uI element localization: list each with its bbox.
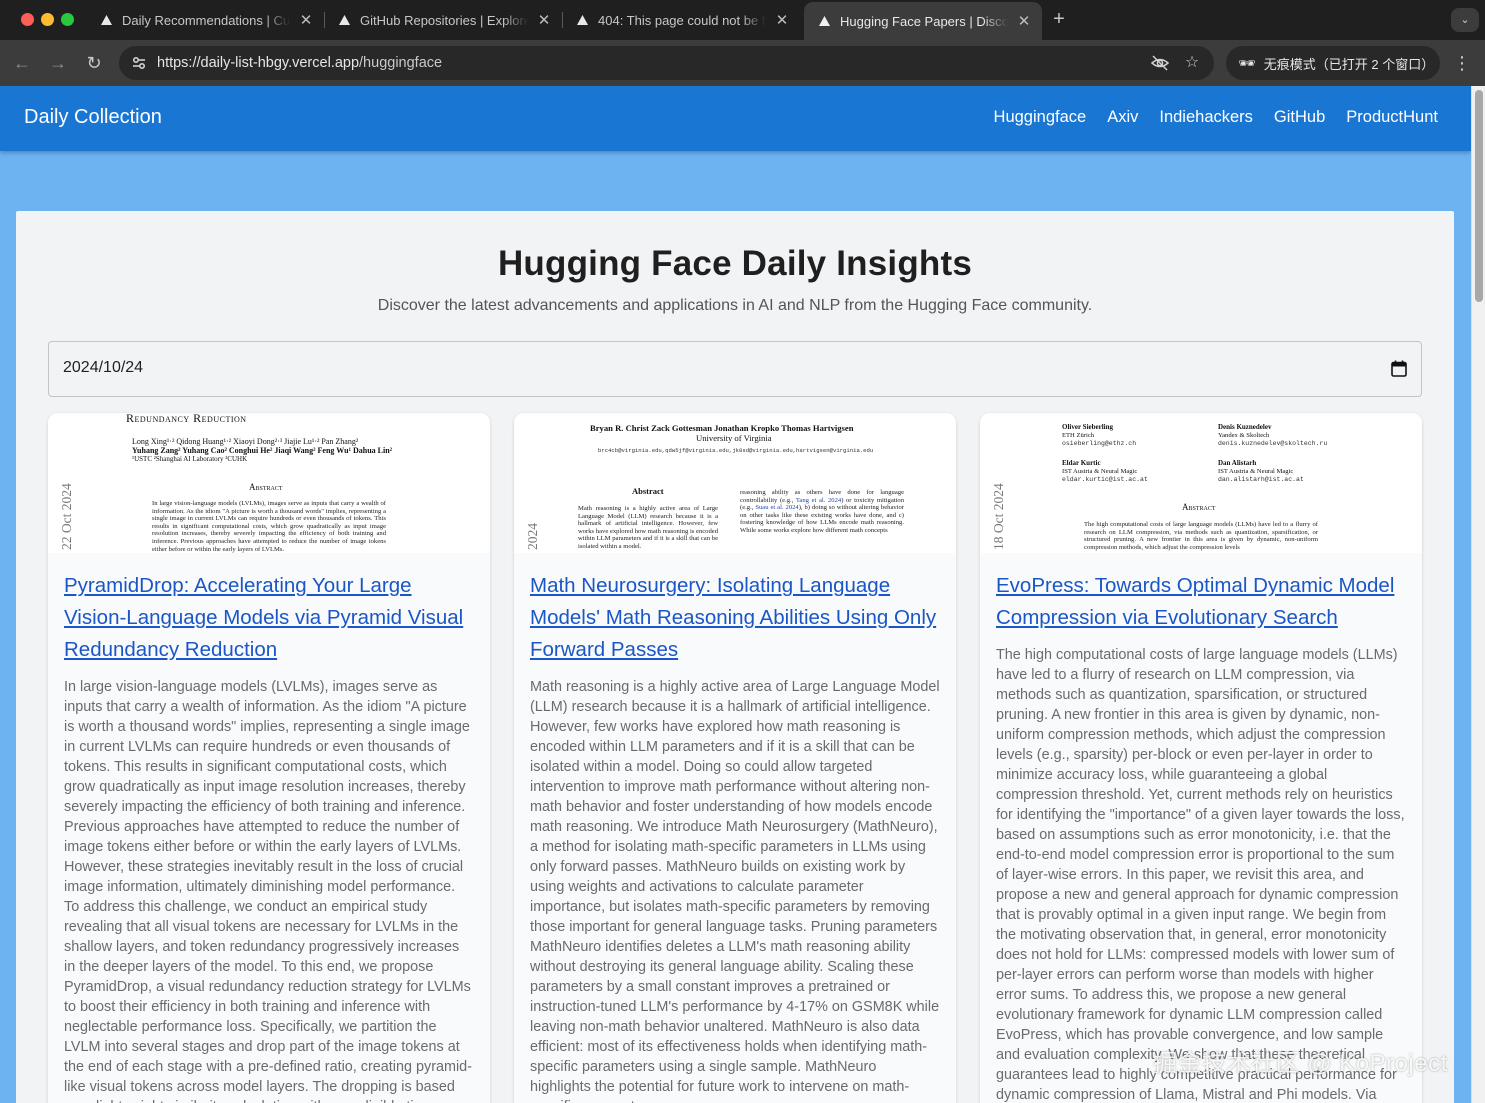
paper-title-link[interactable]: EvoPress: Towards Optimal Dynamic Model … — [996, 570, 1406, 634]
thumb-author-email: eldar.kurtic@ist.ac.at — [1062, 476, 1148, 483]
reload-icon[interactable]: ↻ — [82, 51, 106, 75]
browser-tab-strip: Daily Recommendations | Cur ✕ GitHub Rep… — [0, 0, 1485, 40]
nav-link-huggingface[interactable]: Huggingface — [994, 108, 1087, 127]
tab-title: 404: This page could not be f — [598, 12, 766, 28]
browser-tab-2[interactable]: GitHub Repositories | Explore ✕ — [324, 4, 562, 36]
page-viewport: Daily Collection Huggingface Axiv Indieh… — [0, 86, 1485, 1103]
page-subtitle: Discover the latest advancements and app… — [377, 297, 1093, 314]
forward-arrow-icon[interactable]: → — [46, 51, 70, 75]
content-container: Hugging Face Daily Insights Discover the… — [16, 211, 1454, 1103]
thumb-abstract-heading: Abstract — [249, 482, 283, 492]
site-settings-icon[interactable] — [129, 53, 149, 73]
top-nav: Huggingface Axiv Indiehackers GitHub Pro… — [994, 108, 1438, 127]
thumb-affiliations: ¹USTC ²Shanghai AI Laboratory ³CUHK — [132, 455, 248, 463]
thumb-abstract-heading: Abstract — [632, 486, 664, 496]
thumb-author-email: denis.kuznedelev@skoltech.ru — [1218, 440, 1328, 447]
thumb-abstract: In large vision-language models (LVLMs),… — [152, 500, 386, 553]
address-bar[interactable]: https://daily-list-hbgy.vercel.app/huggi… — [119, 46, 1214, 80]
arxiv-side-stamp: 18 Oct 2024 — [991, 483, 1006, 550]
tab-title: Daily Recommendations | Cur — [122, 12, 290, 28]
thumb-authors: Bryan R. Christ Zack Gottesman Jonathan … — [590, 423, 854, 433]
page-scrollbar[interactable] — [1471, 86, 1485, 1103]
close-window-button[interactable] — [21, 13, 34, 26]
browser-tab-4-active[interactable]: Hugging Face Papers | Discov ✕ — [804, 2, 1042, 40]
thumb-heading: Redundancy Reduction — [126, 413, 247, 425]
browser-tab-1[interactable]: Daily Recommendations | Cur ✕ — [86, 4, 324, 36]
paper-abstract: In large vision-language models (LVLMs),… — [64, 679, 472, 1103]
brand-title[interactable]: Daily Collection — [24, 106, 162, 129]
paper-card: 22 Oct 2024 Redundancy Reduction Long Xi… — [48, 413, 490, 1103]
back-arrow-icon[interactable]: ← — [10, 51, 34, 75]
browser-tab-3[interactable]: 404: This page could not be f ✕ — [562, 4, 800, 36]
eye-off-icon[interactable] — [1150, 53, 1170, 73]
browser-menu-icon[interactable]: ⋮ — [1452, 51, 1472, 75]
paper-card: 18 Oct 2024 Oliver Sieberling ETH Zürich… — [980, 413, 1422, 1103]
tab-close-icon[interactable]: ✕ — [536, 11, 552, 29]
watermark-text: 掘金技术社区 @ KoProject — [1153, 1050, 1448, 1077]
incognito-badge[interactable]: 🕶 无痕模式（已打开 2 个窗口） — [1226, 46, 1440, 80]
browser-toolbar: ← → ↻ https://daily-list-hbgy.vercel.app… — [0, 40, 1485, 86]
incognito-label: 无痕模式（已打开 2 个窗口） — [1263, 56, 1435, 72]
paper-card: 2024 Bryan R. Christ Zack Gottesman Jona… — [514, 413, 956, 1103]
thumb-authors: Yuhang Zang² Yuhang Cao² Conghui He² Jia… — [132, 446, 393, 455]
thumb-abstract-left: Math reasoning is a highly active area o… — [578, 505, 718, 550]
thumb-authors: Long Xing¹·² Qidong Huang¹·² Xiaoyi Dong… — [132, 437, 359, 446]
date-value: 2024/10/24 — [63, 359, 144, 376]
paper-thumbnail[interactable]: 2024 Bryan R. Christ Zack Gottesman Jona… — [514, 413, 956, 553]
tab-close-icon[interactable]: ✕ — [1016, 12, 1032, 30]
thumb-affiliations: University of Virginia — [696, 433, 772, 443]
thumb-column-right: reasoning ability as others have done fo… — [740, 489, 905, 534]
url-text: https://daily-list-hbgy.vercel.app/huggi… — [157, 55, 443, 71]
vercel-icon — [100, 14, 112, 26]
incognito-icon: 🕶 — [1238, 54, 1256, 71]
tab-title: GitHub Repositories | Explore — [360, 12, 528, 28]
app-bar: Daily Collection Huggingface Axiv Indieh… — [0, 86, 1471, 151]
thumb-author-email: dan.alistarh@ist.ac.at — [1218, 476, 1304, 483]
arxiv-side-stamp: 2024 — [525, 523, 540, 550]
bookmark-star-icon[interactable]: ☆ — [1182, 53, 1202, 73]
nav-link-github[interactable]: GitHub — [1274, 108, 1325, 127]
paper-title-link[interactable]: PyramidDrop: Accelerating Your Large Vis… — [64, 570, 474, 666]
vercel-icon — [338, 14, 350, 26]
tab-title: Hugging Face Papers | Discov — [840, 13, 1008, 29]
paper-abstract: The high computational costs of large la… — [996, 647, 1405, 1103]
thumb-author-email: osieberling@ethz.ch — [1062, 440, 1137, 447]
arxiv-side-stamp: 22 Oct 2024 — [59, 483, 74, 550]
nav-link-indiehackers[interactable]: Indiehackers — [1159, 108, 1253, 127]
nav-link-axiv[interactable]: Axiv — [1107, 108, 1138, 127]
tab-search-chevron-icon[interactable]: ⌄ — [1451, 8, 1479, 32]
vercel-icon — [576, 14, 588, 26]
paper-thumbnail[interactable]: 22 Oct 2024 Redundancy Reduction Long Xi… — [48, 413, 490, 553]
thumb-emails: brc4cb@virginia.edu,qdw5jf@virginia.edu,… — [598, 447, 874, 454]
thumb-abstract: The high computational costs of large la… — [1084, 521, 1318, 551]
nav-link-producthunt[interactable]: ProductHunt — [1346, 108, 1438, 127]
minimize-window-button[interactable] — [41, 13, 54, 26]
vercel-icon — [818, 15, 830, 27]
tab-close-icon[interactable]: ✕ — [774, 11, 790, 29]
thumb-abstract-heading: Abstract — [1182, 502, 1216, 512]
paper-abstract: Math reasoning is a highly active area o… — [530, 679, 940, 1103]
paper-title-link[interactable]: Math Neurosurgery: Isolating Language Mo… — [530, 570, 940, 666]
date-picker-input[interactable]: 2024/10/24 — [48, 341, 1422, 397]
page-title: Hugging Face Daily Insights — [497, 244, 973, 283]
tab-close-icon[interactable]: ✕ — [298, 11, 314, 29]
maximize-window-button[interactable] — [61, 13, 74, 26]
calendar-icon[interactable] — [1391, 360, 1407, 377]
new-tab-icon[interactable]: + — [1047, 8, 1071, 32]
paper-thumbnail[interactable]: 18 Oct 2024 Oliver Sieberling ETH Zürich… — [980, 413, 1422, 553]
scrollbar-thumb[interactable] — [1475, 90, 1483, 302]
